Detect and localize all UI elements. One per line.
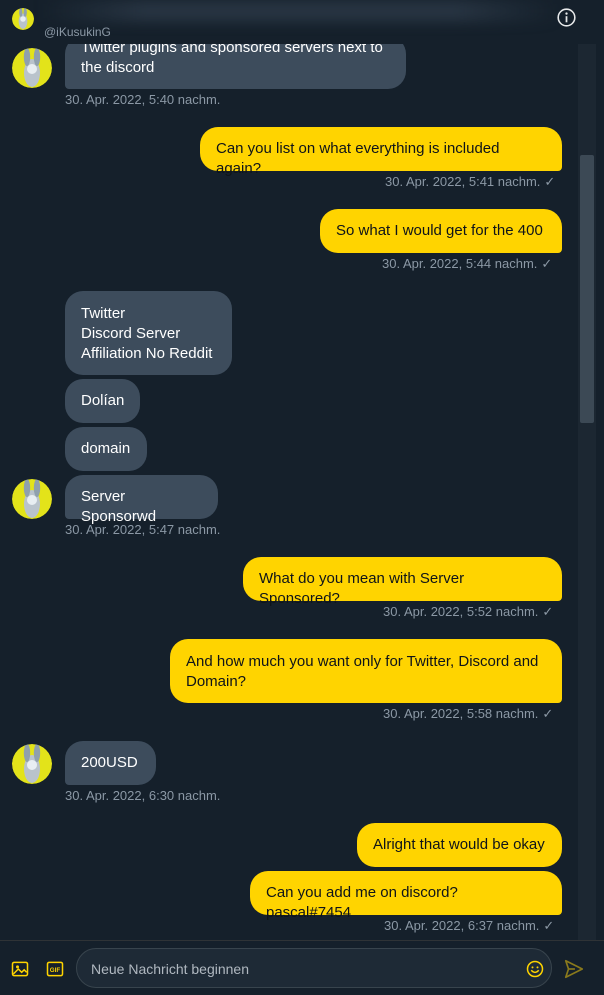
message-bubble-incoming[interactable]: domain	[65, 427, 147, 471]
message-bubble-outgoing[interactable]: And how much you want only for Twitter, …	[170, 639, 562, 703]
message-timestamp: 30. Apr. 2022, 5:58 nachm. ✓	[383, 706, 553, 722]
timestamp-text: 30. Apr. 2022, 5:52 nachm.	[383, 604, 539, 619]
message-timestamp: 30. Apr. 2022, 5:41 nachm. ✓	[385, 174, 555, 190]
message-timestamp: 30. Apr. 2022, 6:30 nachm.	[65, 788, 221, 803]
send-icon[interactable]	[563, 958, 585, 980]
message-bubble-incoming[interactable]: Twitter Discord Server Affiliation No Re…	[65, 291, 232, 375]
message-timestamp: 30. Apr. 2022, 5:40 nachm.	[65, 92, 221, 107]
message-timestamp: 30. Apr. 2022, 5:47 nachm.	[65, 522, 221, 537]
sent-check-icon: ✓	[544, 174, 556, 189]
message-text: 200USD	[81, 754, 138, 771]
message-text: Dolían	[81, 392, 125, 409]
timestamp-text: 30. Apr. 2022, 6:37 nachm.	[384, 918, 540, 933]
message-bubble-outgoing[interactable]: Can you list on what everything is inclu…	[200, 127, 562, 177]
message-bubble-incoming[interactable]: 200USD	[65, 741, 156, 785]
message-timestamp: 30. Apr. 2022, 5:52 nachm. ✓	[383, 604, 553, 620]
message-text: Twitter plugins and sponsored servers ne…	[81, 39, 383, 76]
image-icon[interactable]	[10, 959, 30, 979]
header-blur	[40, 0, 560, 22]
message-bubble-outgoing[interactable]: Can you add me on discord? pascal#7454	[250, 871, 562, 921]
scrollbar-thumb[interactable]	[580, 155, 594, 423]
info-icon[interactable]	[556, 7, 577, 28]
message-timestamp: 30. Apr. 2022, 5:44 nachm. ✓	[382, 256, 552, 272]
scrollbar[interactable]	[578, 40, 596, 940]
message-bubble-outgoing[interactable]: What do you mean with Server Sponsored?	[243, 557, 562, 607]
sent-check-icon: ✓	[543, 918, 555, 933]
message-bubble-incoming[interactable]: Server Sponsorwd	[65, 475, 218, 525]
sent-check-icon: ✓	[541, 256, 553, 271]
sent-check-icon: ✓	[542, 706, 554, 721]
svg-text:GIF: GIF	[50, 967, 61, 974]
sent-check-icon: ✓	[542, 604, 554, 619]
timestamp-text: 30. Apr. 2022, 5:41 nachm.	[385, 174, 541, 189]
message-text: Can you add me on discord? pascal#7454	[266, 884, 458, 921]
message-bubble-outgoing[interactable]: So what I would get for the 400	[320, 209, 562, 253]
message-bubble-incoming[interactable]: Dolían	[65, 379, 140, 423]
gif-icon[interactable]: GIF	[45, 959, 65, 979]
message-text: And how much you want only for Twitter, …	[186, 653, 539, 690]
message-input[interactable]	[91, 958, 511, 980]
avatar[interactable]	[12, 744, 52, 784]
header-avatar[interactable]	[12, 8, 34, 30]
message-text: What do you mean with Server Sponsored?	[259, 570, 465, 607]
message-text: Alright that would be okay	[373, 836, 545, 853]
message-text: So what I would get for the 400	[336, 222, 543, 239]
avatar[interactable]	[12, 479, 52, 519]
avatar[interactable]	[12, 48, 52, 88]
message-text: Can you list on what everything is inclu…	[216, 140, 500, 177]
emoji-icon[interactable]	[525, 959, 545, 979]
timestamp-text: 30. Apr. 2022, 5:44 nachm.	[382, 256, 538, 271]
message-text: domain	[81, 440, 131, 457]
message-timestamp: 30. Apr. 2022, 6:37 nachm. ✓	[384, 918, 554, 934]
message-text: Server Sponsorwd	[81, 488, 157, 525]
header-handle[interactable]: @iKusukinG	[44, 25, 111, 39]
message-input-wrapper[interactable]	[76, 948, 552, 988]
message-bubble-outgoing[interactable]: Alright that would be okay	[357, 823, 562, 867]
conversation-header: @iKusukinG	[0, 0, 604, 44]
message-composer: GIF	[0, 940, 604, 995]
timestamp-text: 30. Apr. 2022, 5:58 nachm.	[383, 706, 539, 721]
message-text: Twitter Discord Server Affiliation No Re…	[81, 305, 213, 362]
